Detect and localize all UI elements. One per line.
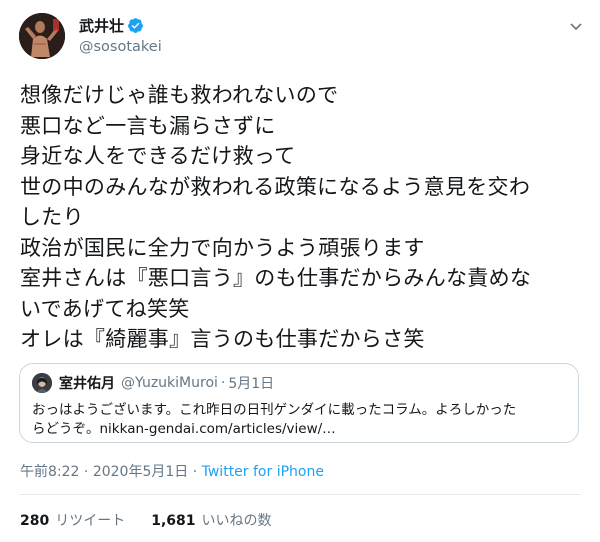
- tweet-stats: 280 リツイート 1,681 いいねの数: [20, 510, 272, 530]
- quoted-text-line: らどうぞ。nikkan-gendai.com/articles/view/…: [32, 421, 336, 437]
- tweet-line: いであげてね笑笑: [20, 296, 190, 321]
- quoted-display-name: 室井佑月: [59, 376, 115, 392]
- quoted-tweet[interactable]: 室井佑月 @YuzukiMuroi · 5月1日 おっはようございます。これ昨日…: [19, 363, 579, 443]
- tweet-text: 想像だけじゃ誰も救われないので 悪口など一言も漏らさずに 身近な人をできるだけ救…: [20, 80, 580, 355]
- tweet-header: 武井壮 @sosotakei: [19, 10, 588, 62]
- quoted-tweet-text: おっはようございます。これ昨日の日刊ゲンダイに載ったコラム。よろしかった らどう…: [32, 401, 566, 439]
- likes-label[interactable]: いいねの数: [202, 510, 272, 530]
- meta-separator: ·: [83, 464, 89, 480]
- tweet-line: 政治が国民に全力で向かうよう頑張ります: [20, 235, 425, 260]
- tweet-date[interactable]: 2020年5月1日: [93, 464, 188, 480]
- quoted-separator: ·: [220, 375, 226, 391]
- author-block: 武井壮 @sosotakei: [79, 14, 162, 56]
- tweet-line: 想像だけじゃ誰も救われないので: [20, 83, 339, 107]
- quoted-handle: @YuzukiMuroi: [121, 375, 218, 391]
- retweets-count[interactable]: 280: [20, 513, 49, 529]
- quoted-tweet-header: 室井佑月 @YuzukiMuroi · 5月1日: [32, 373, 274, 393]
- display-name[interactable]: 武井壮: [79, 15, 124, 36]
- quoted-text-line: おっはようございます。これ昨日の日刊ゲンダイに載ったコラム。よろしかった: [32, 402, 517, 418]
- tweet-meta: 午前8:22 · 2020年5月1日 · Twitter for iPhone: [20, 461, 324, 481]
- tweet-line: 世の中のみんなが救われる政策になるよう意見を交わ: [20, 174, 531, 199]
- avatar[interactable]: [19, 13, 65, 59]
- tweet-card: 武井壮 @sosotakei 想像だけじゃ誰も救われないので 悪口など一言も漏ら…: [0, 0, 600, 542]
- tweet-time[interactable]: 午前8:22: [20, 464, 79, 480]
- quoted-avatar: [32, 373, 52, 393]
- quoted-profile-photo-icon: [32, 373, 52, 393]
- tweet-line: 悪口など一言も漏らさずに: [20, 113, 276, 138]
- tweet-line: 身近な人をできるだけ救って: [20, 144, 296, 168]
- tweet-source-link[interactable]: Twitter for iPhone: [202, 464, 324, 480]
- divider: [19, 494, 581, 495]
- tweet-line: オレは『綺麗事』言うのも仕事だからさ笑: [20, 327, 425, 351]
- likes-count[interactable]: 1,681: [151, 513, 195, 529]
- meta-separator: ·: [192, 464, 198, 480]
- retweets-label[interactable]: リツイート: [55, 510, 125, 530]
- quoted-date: 5月1日: [228, 376, 275, 392]
- chevron-down-icon[interactable]: [568, 18, 584, 34]
- tweet-line: したり: [20, 205, 84, 229]
- tweet-line: 室井さんは『悪口言う』のも仕事だからみんな責めな: [20, 266, 532, 290]
- verified-badge-icon: [127, 17, 144, 34]
- profile-photo-icon: [19, 13, 65, 59]
- author-handle[interactable]: @sosotakei: [79, 39, 162, 55]
